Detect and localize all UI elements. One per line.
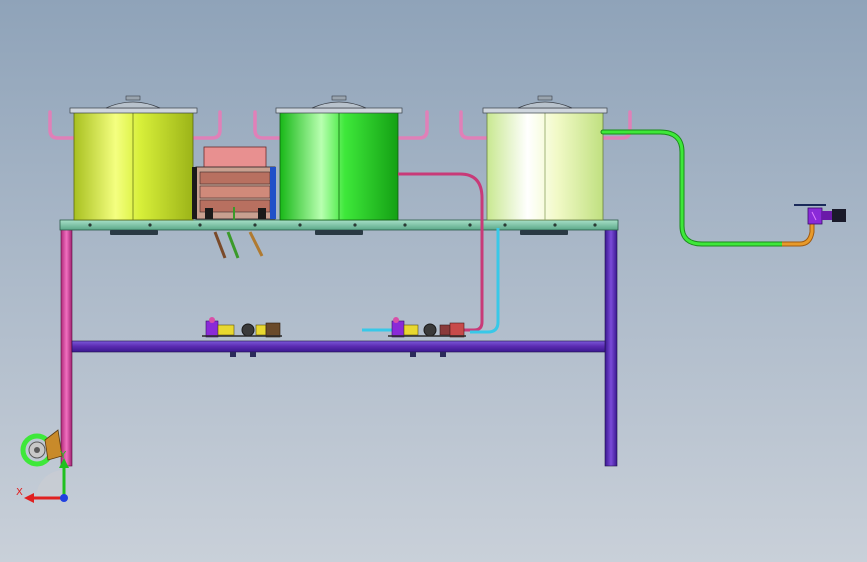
lid-middle (275, 107, 403, 114)
caster-wheel (20, 429, 63, 467)
tank-right (482, 95, 608, 221)
outlet-valve (794, 204, 846, 225)
tank-middle (275, 95, 403, 221)
hose-magenta (398, 172, 484, 332)
pump-right (388, 317, 466, 338)
hose-orange (782, 222, 815, 247)
table-frame (59, 219, 619, 467)
hose-cyan (362, 228, 500, 334)
axis-x-label: X (16, 487, 23, 498)
table-top (59, 219, 619, 231)
leg-right (604, 227, 618, 467)
brewing-rig-cad-view: X Y (16, 95, 846, 503)
pump-left (202, 317, 282, 338)
hose-green (600, 129, 785, 247)
lid-right (482, 107, 608, 114)
lid-left (69, 107, 198, 114)
leg-left (60, 227, 73, 467)
axis-y-label: Y (59, 450, 67, 461)
tank-left (69, 95, 198, 221)
heating-box (192, 146, 276, 259)
crossbar (71, 340, 606, 353)
